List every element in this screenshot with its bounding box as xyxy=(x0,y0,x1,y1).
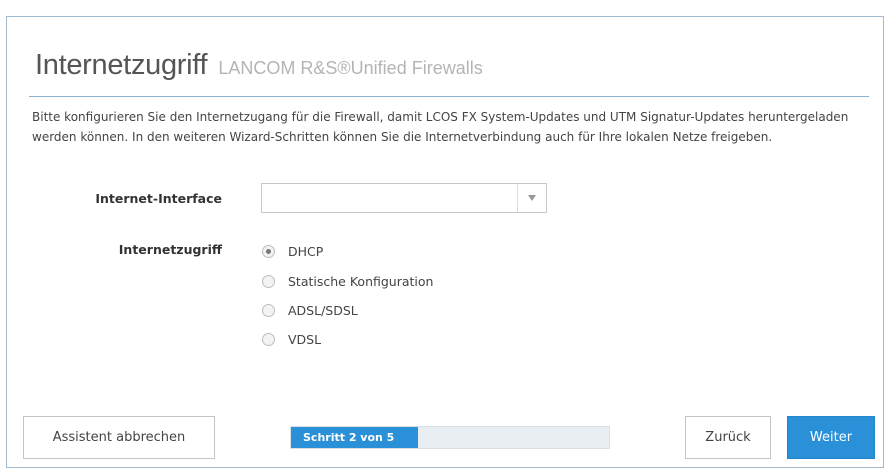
radio-option-vdsl[interactable]: VDSL xyxy=(262,329,321,349)
radio-option-adsl-sdsl[interactable]: ADSL/SDSL xyxy=(262,300,358,320)
chevron-down-icon[interactable] xyxy=(517,184,546,212)
radio-button[interactable] xyxy=(262,244,275,258)
progress-text: Schritt 2 von 5 xyxy=(303,431,395,444)
header-divider xyxy=(29,96,869,97)
wizard-progress-bar: Schritt 2 von 5 xyxy=(290,426,610,449)
radio-button[interactable] xyxy=(262,303,275,317)
radio-label: DHCP xyxy=(288,243,324,259)
back-button[interactable]: Zurück xyxy=(685,416,771,459)
radio-option-static[interactable]: Statische Konfiguration xyxy=(262,271,433,291)
radio-button[interactable] xyxy=(262,332,275,346)
radio-option-dhcp[interactable]: DHCP xyxy=(262,241,323,261)
wizard-dialog: Internetzugriff LANCOM R&S®Unified Firew… xyxy=(6,16,884,468)
radio-label: VDSL xyxy=(288,331,322,347)
radio-button[interactable] xyxy=(262,274,275,288)
dialog-header: Internetzugriff LANCOM R&S®Unified Firew… xyxy=(35,49,483,82)
internetzugriff-label: Internetzugriff xyxy=(118,242,222,257)
progress-fill: Schritt 2 von 5 xyxy=(291,427,419,448)
next-button[interactable]: Weiter xyxy=(787,416,875,459)
radio-label: Statische Konfiguration xyxy=(288,273,434,289)
internet-interface-select[interactable] xyxy=(261,183,547,213)
radio-label: ADSL/SDSL xyxy=(288,302,358,318)
cancel-wizard-button[interactable]: Assistent abbrechen xyxy=(23,416,215,459)
internet-interface-label: Internet-Interface xyxy=(95,191,222,206)
page-subtitle: LANCOM R&S®Unified Firewalls xyxy=(218,58,483,78)
page-title: Internetzugriff xyxy=(35,49,208,81)
description-text: Bitte konfigurieren Sie den Internetzuga… xyxy=(32,110,849,144)
